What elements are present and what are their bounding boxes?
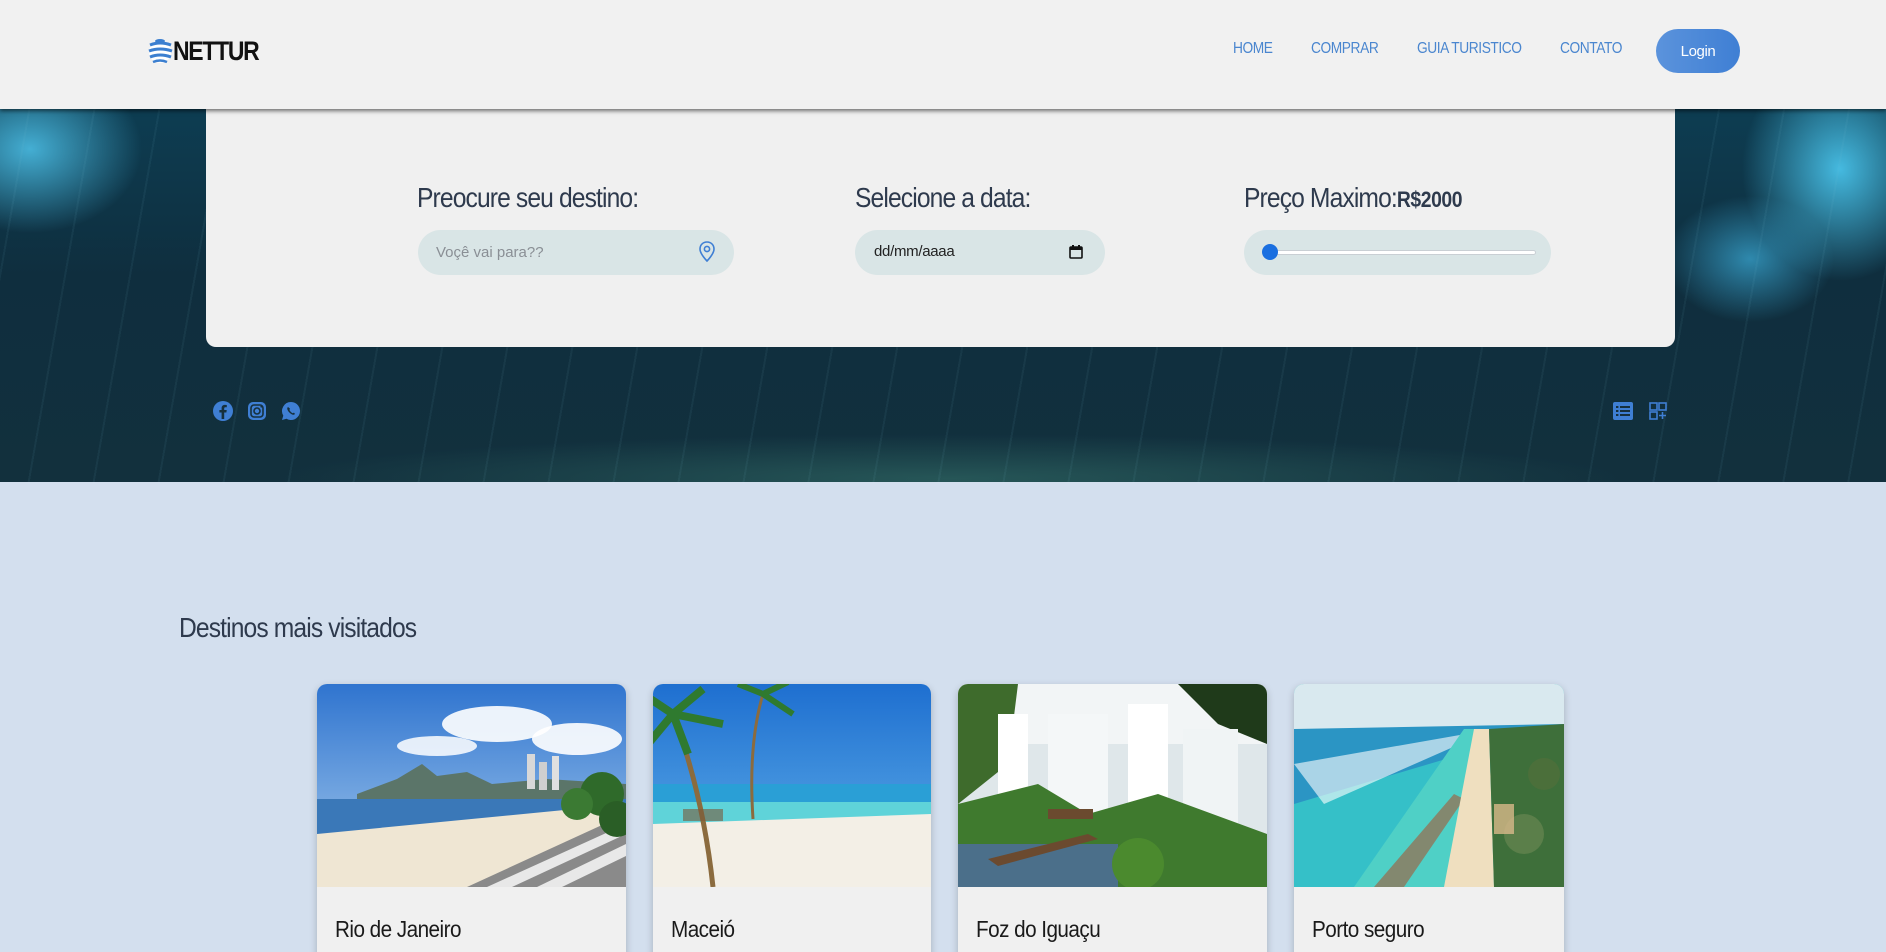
location-pin-icon[interactable] — [698, 241, 716, 263]
grid-view-icon[interactable] — [1647, 400, 1669, 422]
destination-image — [1294, 684, 1564, 887]
site-header: NETTUR HOME COMPRAR GUIA TURISTICO CONTA… — [0, 0, 1886, 109]
destination-card-rio[interactable]: Rio de Janeiro — [317, 684, 626, 952]
destination-name: Foz do Iguaçu — [976, 916, 1101, 942]
nav-guia-turistico[interactable]: GUIA TURISTICO — [1417, 40, 1522, 58]
destination-input[interactable] — [436, 230, 686, 275]
calendar-icon[interactable] — [1069, 245, 1083, 259]
login-button[interactable]: Login — [1656, 29, 1740, 73]
price-value: R$2000 — [1396, 187, 1463, 212]
destination-field[interactable] — [418, 230, 734, 275]
price-label-text: Preço Maximo: — [1244, 182, 1398, 213]
whatsapp-icon[interactable] — [280, 400, 302, 422]
search-panel: Preocure seu destino: Selecione a data: … — [206, 109, 1675, 347]
logo[interactable]: NETTUR — [147, 34, 274, 68]
list-view-icon[interactable] — [1612, 400, 1634, 422]
date-value: dd/mm/aaaa — [874, 243, 955, 260]
destination-name: Rio de Janeiro — [335, 916, 461, 942]
nav-comprar[interactable]: COMPRAR — [1311, 40, 1379, 58]
section-title: Destinos mais visitados — [179, 612, 417, 643]
price-label: Preço Maximo:R$2000 — [1244, 182, 1463, 214]
logo-text: NETTUR — [173, 35, 260, 66]
destination-name: Porto seguro — [1312, 916, 1425, 942]
instagram-icon[interactable] — [246, 400, 268, 422]
date-label: Selecione a data: — [855, 182, 1031, 213]
globe-logo-icon — [148, 39, 173, 64]
nav-contato[interactable]: CONTATO — [1560, 40, 1622, 58]
destination-image — [653, 684, 931, 887]
price-slider-track[interactable] — [1270, 250, 1536, 255]
destination-card-maceio[interactable]: Maceió — [653, 684, 931, 952]
date-field[interactable]: dd/mm/aaaa — [855, 230, 1105, 275]
destination-name: Maceió — [671, 916, 735, 942]
nav-home[interactable]: HOME — [1233, 40, 1273, 58]
destination-image — [958, 684, 1267, 887]
price-slider-thumb[interactable] — [1262, 244, 1278, 260]
destination-label: Preocure seu destino: — [417, 182, 639, 213]
facebook-icon[interactable] — [212, 400, 234, 422]
destination-card-foz[interactable]: Foz do Iguaçu — [958, 684, 1267, 952]
destination-image — [317, 684, 626, 887]
destination-card-porto-seguro[interactable]: Porto seguro — [1294, 684, 1564, 952]
price-slider[interactable] — [1244, 230, 1551, 275]
